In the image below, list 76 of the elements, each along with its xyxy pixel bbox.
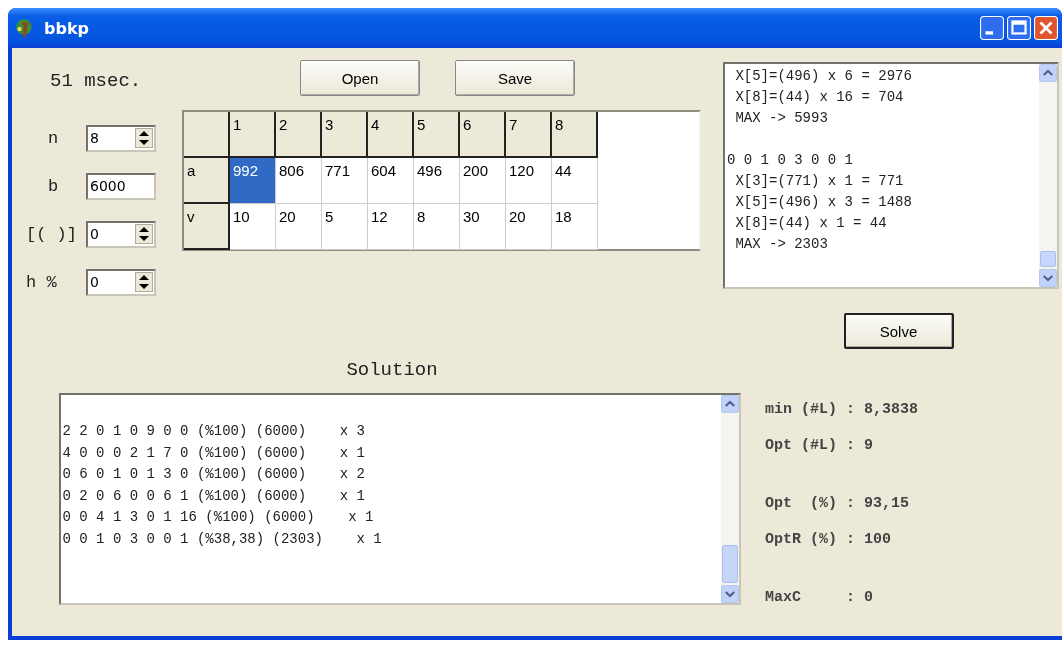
table-cell[interactable]: 496 [414, 158, 460, 204]
solution-line: 0 2 0 6 0 0 6 1 (%100) (6000) x 1 [62, 486, 366, 506]
solution-box[interactable] [58, 393, 741, 605]
stat-line: min (#L) : 8,3838 [765, 401, 919, 420]
stat-line: Opt (%) : 93,15 [765, 495, 910, 514]
section-title: Solution [346, 359, 438, 383]
field-label: n [47, 128, 60, 148]
log-box[interactable]: X[5]=(496) x 6 = 2976 X[8]=(44) x 16 = 704 MAX -> 5993 0 0 1 0 3 0 0 1 X[3]=(771) x 1 = 771 X[5]=(496) x 3 = 1488 X[8]=(44) x 1 = 44 MAX -> 2303 [723, 62, 1059, 289]
log-line: X[8]=(44) x 16 = 704 [734, 88, 905, 107]
field-label: b [47, 176, 60, 196]
column-header: 2 [276, 112, 322, 158]
log-line: X[3]=(771) x 1 = 771 [734, 172, 905, 191]
table-cell[interactable]: 30 [460, 204, 506, 250]
column-header: 1 [230, 112, 276, 158]
toolbar-button[interactable]: Open [300, 60, 420, 96]
solution-line: 4 0 0 0 2 1 7 0 (%100) (6000) x 1 [62, 443, 366, 463]
table-cell[interactable]: 18 [552, 204, 598, 250]
table-cell[interactable]: 806 [276, 158, 322, 204]
toolbar-button[interactable]: Save [455, 60, 575, 96]
column-header: 6 [460, 112, 506, 158]
elapsed-time: 51 msec. [50, 70, 143, 94]
table-cell[interactable]: 604 [368, 158, 414, 204]
grid-corner [184, 112, 230, 158]
column-header: 7 [506, 112, 552, 158]
stat-line: MaxC : 0 [765, 589, 874, 608]
table-cell[interactable]: 20 [506, 204, 552, 250]
table-cell[interactable]: 44 [552, 158, 598, 204]
input-field[interactable]: 6000 [86, 172, 156, 200]
scroll-down-icon[interactable] [720, 585, 739, 603]
field-label: h % [26, 272, 58, 292]
log-line: 0 0 1 0 3 0 0 1 [727, 151, 855, 170]
solution-line: 2 2 0 1 0 9 0 0 (%100) (6000) x 3 [62, 422, 366, 441]
spin-field[interactable]: 8 [86, 124, 156, 152]
scrollbar[interactable] [1039, 64, 1057, 287]
column-header: 3 [322, 112, 368, 158]
spin-field[interactable]: 0 [86, 268, 156, 296]
minimize-icon[interactable] [980, 16, 1004, 40]
row-header: a [184, 158, 230, 204]
field-label: [( )] [26, 224, 78, 244]
table-cell[interactable]: 120 [506, 158, 552, 204]
scroll-thumb[interactable] [721, 545, 738, 583]
table-cell[interactable]: 20 [276, 204, 322, 250]
solution-line: 0 0 1 0 3 0 0 1 (%38,38) (2303) x 1 [62, 529, 383, 549]
table-cell[interactable]: 771 [322, 158, 368, 204]
log-line: MAX -> 2303 [734, 235, 829, 254]
scroll-up-icon[interactable] [1039, 64, 1057, 82]
table-cell[interactable]: 8 [414, 204, 460, 250]
column-header: 4 [368, 112, 414, 158]
stat-line: OptR (%) : 100 [765, 531, 892, 550]
solution-line: 0 6 0 1 0 1 3 0 (%100) (6000) x 2 [62, 465, 366, 484]
solution-line: 0 0 4 1 3 0 1 16 (%100) (6000) x 1 [62, 508, 375, 527]
table-cell[interactable]: 10 [230, 204, 276, 250]
row-header: v [184, 204, 230, 250]
solve-button[interactable]: Solve [843, 313, 954, 349]
spin-field[interactable]: 0 [86, 220, 156, 248]
spin-arrows-icon[interactable] [135, 272, 153, 292]
scroll-up-icon[interactable] [720, 395, 739, 413]
maximize-icon[interactable] [1007, 16, 1031, 40]
log-line: X[5]=(496) x 6 = 2976 [734, 67, 913, 86]
log-line: X[5]=(496) x 3 = 1488 [734, 193, 913, 212]
column-header: 8 [552, 112, 598, 158]
scrollbar[interactable] [720, 395, 739, 603]
spin-arrows-icon[interactable] [135, 128, 153, 148]
table-cell[interactable]: 12 [368, 204, 414, 250]
table-cell[interactable]: 200 [460, 158, 506, 204]
column-header: 5 [414, 112, 460, 158]
scroll-down-icon[interactable] [1039, 269, 1057, 287]
close-icon[interactable] [1034, 16, 1058, 40]
spin-arrows-icon[interactable] [135, 224, 153, 244]
scroll-thumb[interactable] [1040, 251, 1056, 267]
stat-line: Opt (#L) : 9 [765, 437, 874, 456]
table-cell[interactable]: 5 [322, 204, 368, 250]
table-cell[interactable]: 992 [230, 158, 276, 204]
log-line: MAX -> 5993 [734, 109, 829, 128]
window-title: bbkp [44, 18, 89, 38]
log-line: X[8]=(44) x 1 = 44 [734, 214, 888, 233]
